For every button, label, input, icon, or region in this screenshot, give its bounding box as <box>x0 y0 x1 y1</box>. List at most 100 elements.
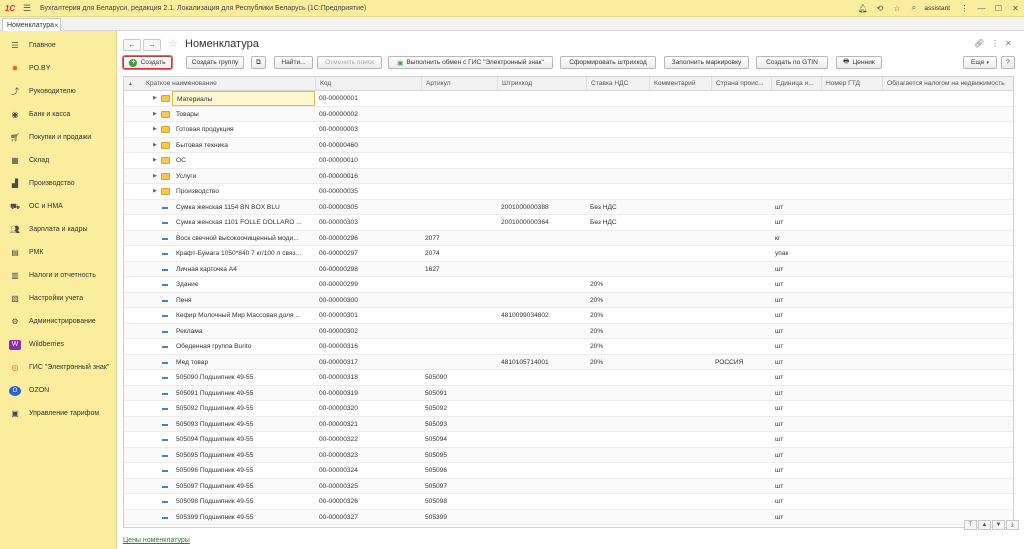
sidebar-item[interactable]: ▟ Производство <box>0 172 117 195</box>
table-row[interactable]: Кефир Молочный Мир Массовая доля ... 00-0… <box>124 308 1013 324</box>
gis-exchange-button[interactable]: ▣ Выполнить обмен с ГИС "Электронный знак… <box>388 56 553 69</box>
table-row[interactable]: ▶ Услуги 00-00000016 <box>124 168 1013 184</box>
sidebar-item[interactable]: 🛒︎ Покупки и продажи <box>0 126 117 149</box>
scroll-top-icon[interactable]: ⤒ <box>964 520 977 530</box>
table-row[interactable]: Личная карточка А4 00-00000298 1627 шт <box>124 261 1013 277</box>
table-row[interactable]: Реклама 00-00000302 20% шт <box>124 323 1013 339</box>
column-header[interactable]: Страна проис... <box>711 77 771 91</box>
maximize-icon[interactable]: ☐ <box>990 4 1007 13</box>
price-tag-button[interactable]: 🖶︎ Ценник <box>836 56 882 69</box>
sidebar-item[interactable]: ◎ ГИС "Электронный знак" <box>0 356 117 379</box>
user-name[interactable]: assistant <box>924 5 950 12</box>
table-row[interactable]: 505090 Подшипник 49-55 00-00000318 505090 ш… <box>124 370 1013 386</box>
expand-arrow-icon[interactable]: ▶ <box>153 169 157 184</box>
create-by-gtin-button[interactable]: Создать по GTIN <box>756 56 828 69</box>
history-icon[interactable]: ⟲ <box>871 4 888 13</box>
more-vertical-icon[interactable]: ⋮ <box>991 39 999 48</box>
favorite-star-icon[interactable]: ☆ <box>168 37 178 50</box>
table-row[interactable]: Воск свечной высокоочищенный моди... 00-0… <box>124 230 1013 246</box>
create-button[interactable]: + Создать <box>123 56 172 69</box>
prices-link[interactable]: Цены номенклатуры <box>123 537 190 544</box>
sidebar-item[interactable]: 👥︎ Зарплата и кадры <box>0 218 117 241</box>
sort-asc-icon[interactable]: ▲ <box>128 77 133 91</box>
sidebar-item[interactable]: ▥ Налоги и отчетность <box>0 264 117 287</box>
sidebar-item[interactable]: ▧ Настройки учета <box>0 287 117 310</box>
help-button[interactable]: ? <box>1001 56 1015 69</box>
column-header[interactable]: Облагается налогом на недвижимость <box>882 77 1013 91</box>
sidebar-item[interactable]: ▦ Склад <box>0 149 117 172</box>
fill-marking-button[interactable]: Заполнить маркировку <box>664 56 749 69</box>
sidebar-item[interactable]: ⤴ Руководителю <box>0 80 117 103</box>
sidebar-item[interactable]: ☰ Главное <box>0 34 117 57</box>
table-row[interactable]: 505096 Подшипник 49-55 00-00000324 505096 ш… <box>124 463 1013 479</box>
scroll-up-icon[interactable]: ▲ <box>978 520 991 530</box>
expand-arrow-icon[interactable]: ▶ <box>153 153 157 168</box>
table-row[interactable]: 505095 Подшипник 49-55 00-00000323 505095 ш… <box>124 447 1013 463</box>
cancel-search-button[interactable]: Отменить поиск <box>317 56 382 69</box>
sidebar-item[interactable]: ⚙ Администрирование <box>0 310 117 333</box>
column-header[interactable]: Единица и... <box>771 77 821 91</box>
table-row[interactable]: ▶ Готовая продукция 00-00000003 <box>124 122 1013 138</box>
expand-arrow-icon[interactable]: ▶ <box>153 138 157 153</box>
more-vertical-icon[interactable]: ⋮ <box>956 4 973 13</box>
table-row[interactable]: ▶ Бытовая техника 00-00000460 <box>124 137 1013 153</box>
back-button[interactable]: ← <box>123 39 141 51</box>
table-row[interactable]: 505091 Подшипник 49-55 00-00000319 505091 ш… <box>124 385 1013 401</box>
sidebar-item[interactable]: ⛟ ОС и НМА <box>0 195 117 218</box>
cell-code: 00-00000016 <box>319 172 358 180</box>
column-header[interactable]: Ставка НДС <box>586 77 649 91</box>
star-icon[interactable]: ☆ <box>888 4 905 13</box>
search-icon[interactable]: ⌕ <box>905 3 922 13</box>
sidebar-item[interactable]: W Wildberries <box>0 333 117 356</box>
table-row[interactable]: Обеденная группа Burito 00-00000316 20% шт <box>124 339 1013 355</box>
table-row[interactable]: Крафт-Бумага 1050*840 7 кг/100 л связ...… <box>124 246 1013 262</box>
table-row[interactable]: Мед товар 00-00000317 4810105714001 20% РОСС… <box>124 354 1013 370</box>
column-header[interactable]: Комментарий <box>649 77 711 91</box>
expand-arrow-icon[interactable]: ▶ <box>153 122 157 137</box>
main-content: ← → ☆ Номенклатура 🔗︎ ⋮ ✕ + Создать Созда… <box>118 31 1024 549</box>
expand-arrow-icon[interactable]: ▶ <box>153 107 157 122</box>
table-row[interactable]: ▶ Материалы 00-00000001 <box>124 91 1013 107</box>
table-row[interactable]: 505092 Подшипник 49-55 00-00000320 505092 ш… <box>124 401 1013 417</box>
sidebar-item[interactable]: ✹ PO.BY <box>0 57 117 80</box>
close-form-icon[interactable]: ✕ <box>1005 39 1012 48</box>
tab-close-icon[interactable]: × <box>54 21 59 30</box>
table-row[interactable]: ▶ Производство 00-00000035 <box>124 184 1013 200</box>
table-row[interactable]: 505098 Подшипник 49-55 00-00000326 505098 ш… <box>124 494 1013 510</box>
sidebar-item[interactable]: ◉ Банк и касса <box>0 103 117 126</box>
barcode-button[interactable]: Сформировать штрихкод <box>560 56 656 69</box>
hamburger-menu-icon[interactable]: ☰ <box>20 3 34 14</box>
scroll-down-icon[interactable]: ▼ <box>992 520 1005 530</box>
table-row[interactable]: Здание 00-00000299 20% шт <box>124 277 1013 293</box>
link-icon[interactable]: 🔗︎ <box>974 39 984 48</box>
table-row[interactable]: 505094 Подшипник 49-55 00-00000322 505094 ш… <box>124 432 1013 448</box>
copy-icon[interactable]: ⧉ <box>251 56 266 69</box>
table-row[interactable]: Сумка женская 1154 BN BOX BLU 00-00000305… <box>124 199 1013 215</box>
bell-icon[interactable]: 🔔︎ <box>854 4 871 13</box>
column-header[interactable]: Артикул <box>421 77 497 91</box>
sidebar-item[interactable]: ▤ РМК <box>0 241 117 264</box>
table-row[interactable]: 505399 Подшипник 49-55 00-00000327 505399 ш… <box>124 509 1013 525</box>
sidebar-item[interactable]: ▣ Управление тарифом <box>0 402 117 425</box>
column-header[interactable]: Краткое наименование <box>142 77 315 91</box>
scroll-bottom-icon[interactable]: ⤓ <box>1006 520 1019 530</box>
minimize-icon[interactable]: — <box>973 4 990 13</box>
table-row[interactable]: Сумка женская 1101 FOLLE DOLLARO ... 00-0… <box>124 215 1013 231</box>
more-button[interactable]: Еще ▾ <box>963 56 997 69</box>
close-icon[interactable]: ✕ <box>1007 4 1024 13</box>
create-group-button[interactable]: Создать группу <box>186 56 244 69</box>
expand-arrow-icon[interactable]: ▶ <box>153 184 157 199</box>
table-row[interactable]: ▶ ОС 00-00000010 <box>124 153 1013 169</box>
column-header[interactable]: Номер ГТД <box>821 77 882 91</box>
column-header[interactable]: Код <box>315 77 421 91</box>
expand-arrow-icon[interactable]: ▶ <box>153 91 157 106</box>
column-header[interactable]: Штрихкод <box>497 77 586 91</box>
table-row[interactable]: 505093 Подшипник 49-55 00-00000321 505093 ш… <box>124 416 1013 432</box>
tab-nomenclature[interactable]: Номенклатура × <box>2 18 61 31</box>
table-row[interactable]: 505097 Подшипник 49-55 00-00000325 505097 ш… <box>124 478 1013 494</box>
table-row[interactable]: ▶ Товары 00-00000002 <box>124 106 1013 122</box>
sidebar-item[interactable]: O OZON <box>0 379 117 402</box>
forward-button[interactable]: → <box>143 39 161 51</box>
table-row[interactable]: Пеня 00-00000300 20% шт <box>124 292 1013 308</box>
find-button[interactable]: Найти... <box>274 56 313 69</box>
